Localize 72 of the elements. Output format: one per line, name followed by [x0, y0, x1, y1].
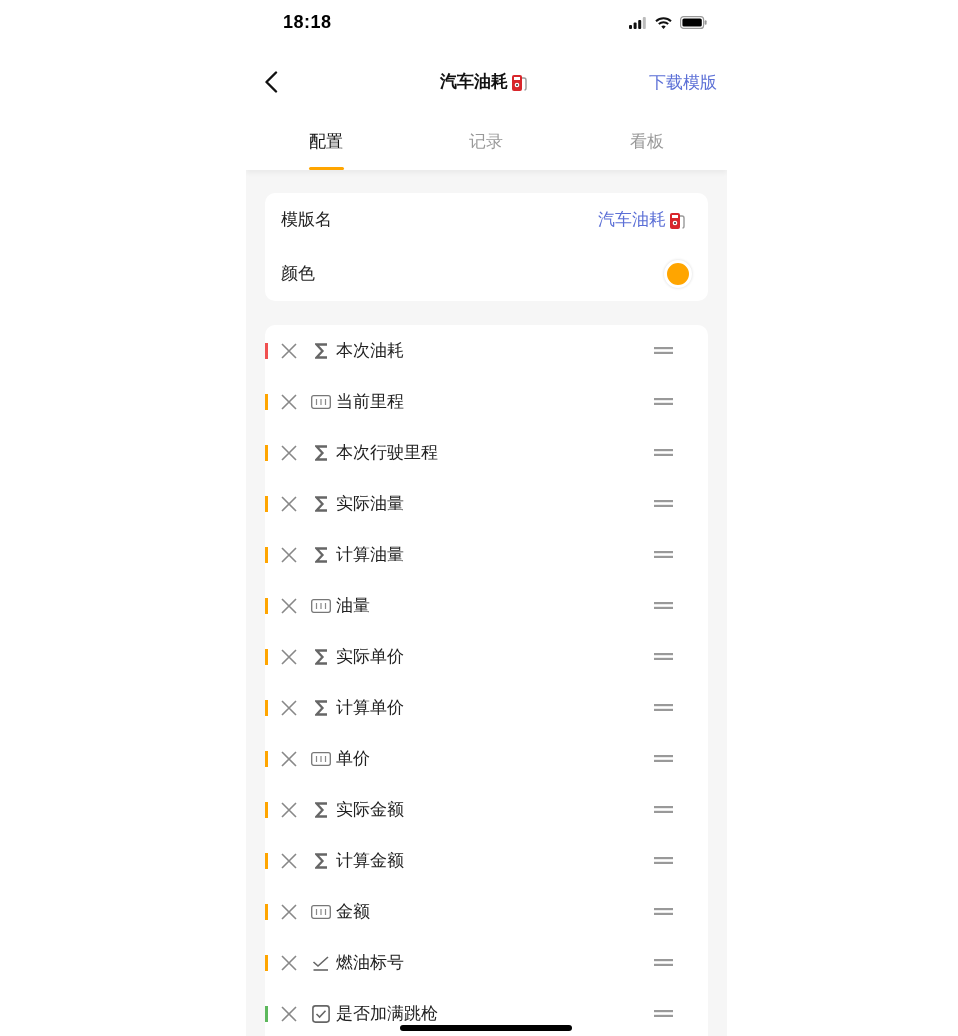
field-label: 金额	[336, 901, 370, 923]
close-icon[interactable]	[281, 1005, 297, 1022]
close-icon[interactable]	[281, 954, 297, 971]
number-field-icon	[311, 751, 331, 766]
drag-handle-icon[interactable]	[654, 449, 673, 456]
close-icon[interactable]	[281, 750, 297, 767]
wifi-icon	[655, 16, 672, 29]
close-icon[interactable]	[281, 342, 297, 359]
fuel-pump-icon	[670, 211, 685, 229]
drag-handle-icon[interactable]	[654, 551, 673, 558]
field-label: 实际单价	[336, 646, 404, 668]
checked-box-icon	[312, 1004, 330, 1023]
field-label: 计算金额	[336, 850, 404, 872]
template-name-label: 模版名	[281, 209, 332, 232]
template-name-value[interactable]: 汽车油耗	[598, 207, 666, 233]
field-label: 燃油标号	[336, 952, 404, 974]
status-time: 18:18	[283, 11, 332, 34]
close-icon[interactable]	[281, 546, 297, 563]
field-label: 实际金额	[336, 799, 404, 821]
field-label: 本次行驶里程	[336, 442, 438, 464]
field-label: 是否加满跳枪	[336, 1003, 438, 1025]
sigma-icon	[314, 699, 328, 716]
drag-handle-icon[interactable]	[654, 857, 673, 864]
sigma-icon	[314, 801, 328, 818]
drag-handle-icon[interactable]	[654, 908, 673, 915]
field-label: 本次油耗	[336, 340, 404, 362]
sigma-icon	[314, 342, 328, 359]
drag-handle-icon[interactable]	[654, 1010, 673, 1017]
drag-handle-icon[interactable]	[654, 398, 673, 405]
drag-handle-icon[interactable]	[654, 959, 673, 966]
sigma-icon	[314, 546, 328, 563]
drag-handle-icon[interactable]	[654, 500, 673, 507]
close-icon[interactable]	[281, 801, 297, 818]
close-icon[interactable]	[281, 648, 297, 665]
drag-handle-icon[interactable]	[654, 806, 673, 813]
field-label: 计算单价	[336, 697, 404, 719]
drag-handle-icon[interactable]	[654, 653, 673, 660]
back-icon[interactable]	[264, 71, 278, 93]
close-icon[interactable]	[281, 852, 297, 869]
field-label: 当前里程	[336, 391, 404, 413]
field-label: 实际油量	[336, 493, 404, 515]
tab[interactable]: 看板	[566, 119, 727, 170]
fuel-pump-icon	[512, 73, 527, 91]
battery-icon	[680, 16, 707, 29]
sigma-icon	[314, 495, 328, 512]
color-swatch-icon[interactable]	[664, 260, 692, 288]
drag-handle-icon[interactable]	[654, 755, 673, 762]
sigma-icon	[314, 444, 328, 461]
close-icon[interactable]	[281, 903, 297, 920]
field-label: 计算油量	[336, 544, 404, 566]
drag-handle-icon[interactable]	[654, 704, 673, 711]
field-label: 单价	[336, 748, 370, 770]
signal-icon	[629, 16, 647, 29]
number-field-icon	[311, 904, 331, 919]
close-icon[interactable]	[281, 597, 297, 614]
sigma-icon	[314, 852, 328, 869]
page-title: 汽车油耗	[440, 71, 508, 94]
tab[interactable]: 配置	[246, 119, 407, 170]
close-icon[interactable]	[281, 444, 297, 461]
number-field-icon	[311, 598, 331, 613]
close-icon[interactable]	[281, 495, 297, 512]
drag-handle-icon[interactable]	[654, 602, 673, 609]
field-label: 油量	[336, 595, 370, 617]
sigma-icon	[314, 648, 328, 665]
close-icon[interactable]	[281, 699, 297, 716]
color-label: 颜色	[281, 263, 315, 286]
tick-underline-icon	[312, 954, 330, 971]
drag-handle-icon[interactable]	[654, 347, 673, 354]
close-icon[interactable]	[281, 393, 297, 410]
number-field-icon	[311, 394, 331, 409]
template-download-link[interactable]: 下载模版	[649, 69, 717, 95]
tab[interactable]: 记录	[406, 119, 567, 170]
